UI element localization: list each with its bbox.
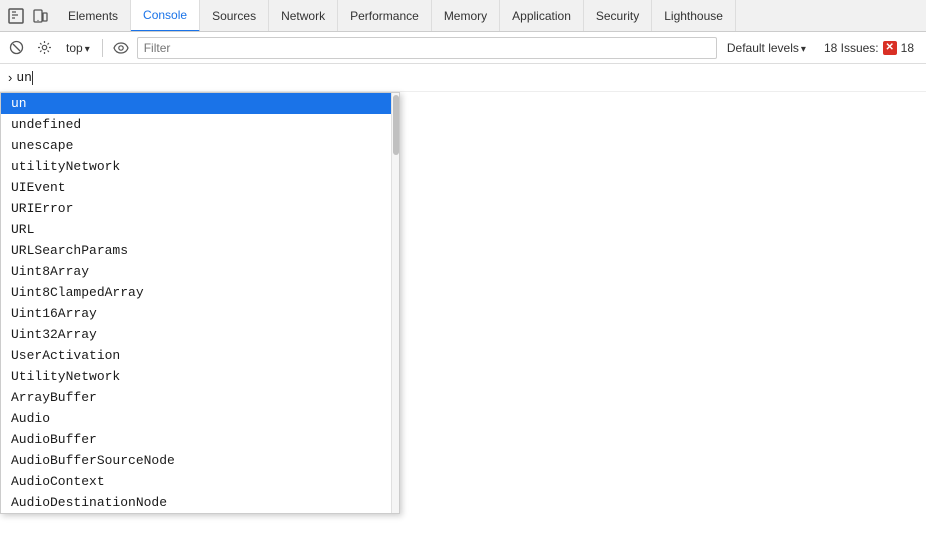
tab-bar: Elements Console Sources Network Perform… [0,0,926,32]
issues-count: 18 [901,41,914,55]
issues-label: 18 Issues: [824,41,879,55]
autocomplete-item[interactable]: UIEvent [1,177,391,198]
console-prompt: › [8,70,12,85]
autocomplete-item[interactable]: Uint32Array [1,324,391,345]
chevron-down-icon [801,41,806,55]
console-input-text: un [16,70,33,85]
eye-icon[interactable] [109,36,133,60]
tab-memory[interactable]: Memory [432,0,500,32]
levels-selector[interactable]: Default levels [721,39,812,57]
context-selector[interactable]: top [60,39,96,57]
console-toolbar: top Default levels 18 Issues: ✕ 18 [0,32,926,64]
autocomplete-container: unundefinedunescapeutilityNetworkUIEvent… [0,92,926,558]
autocomplete-item[interactable]: unescape [1,135,391,156]
autocomplete-item[interactable]: URIError [1,198,391,219]
tab-performance[interactable]: Performance [338,0,432,32]
autocomplete-item[interactable]: utilityNetwork [1,156,391,177]
tab-elements[interactable]: Elements [56,0,131,32]
console-input-line[interactable]: › un [0,64,926,92]
autocomplete-item[interactable]: UtilityNetwork [1,366,391,387]
issues-badge[interactable]: 18 Issues: ✕ 18 [816,39,922,57]
autocomplete-item[interactable]: Uint8Array [1,261,391,282]
autocomplete-item[interactable]: un [1,93,391,114]
error-icon: ✕ [883,41,897,55]
tab-console[interactable]: Console [131,0,200,32]
autocomplete-list: unundefinedunescapeutilityNetworkUIEvent… [0,92,400,514]
tab-security[interactable]: Security [584,0,652,32]
context-label: top [66,41,83,55]
tab-application[interactable]: Application [500,0,584,32]
autocomplete-item[interactable]: AudioDestinationNode [1,492,391,513]
console-area: › un unundefinedunescapeutilityNetworkUI… [0,64,926,558]
clear-console-button[interactable] [4,36,28,60]
filter-input[interactable] [137,37,717,59]
toolbar-divider [102,39,103,57]
autocomplete-item[interactable]: AudioBuffer [1,429,391,450]
inspect-icon[interactable] [6,6,26,26]
settings-icon[interactable] [32,36,56,60]
device-toggle-icon[interactable] [30,6,50,26]
autocomplete-item[interactable]: AudioBufferSourceNode [1,450,391,471]
tab-sources[interactable]: Sources [200,0,269,32]
levels-label: Default levels [727,41,799,55]
autocomplete-scrollbar[interactable] [391,93,399,513]
autocomplete-item[interactable]: ArrayBuffer [1,387,391,408]
autocomplete-item[interactable]: URL [1,219,391,240]
autocomplete-item[interactable]: Uint8ClampedArray [1,282,391,303]
tab-bar-icons [0,0,56,31]
autocomplete-items: unundefinedunescapeutilityNetworkUIEvent… [1,93,391,513]
autocomplete-item[interactable]: Uint16Array [1,303,391,324]
scrollbar-thumb [393,95,399,155]
tab-lighthouse[interactable]: Lighthouse [652,0,736,32]
autocomplete-item[interactable]: AudioContext [1,471,391,492]
autocomplete-item[interactable]: UserActivation [1,345,391,366]
autocomplete-item[interactable]: undefined [1,114,391,135]
chevron-down-icon [85,41,90,55]
autocomplete-item[interactable]: Audio [1,408,391,429]
autocomplete-item[interactable]: URLSearchParams [1,240,391,261]
tab-network[interactable]: Network [269,0,338,32]
